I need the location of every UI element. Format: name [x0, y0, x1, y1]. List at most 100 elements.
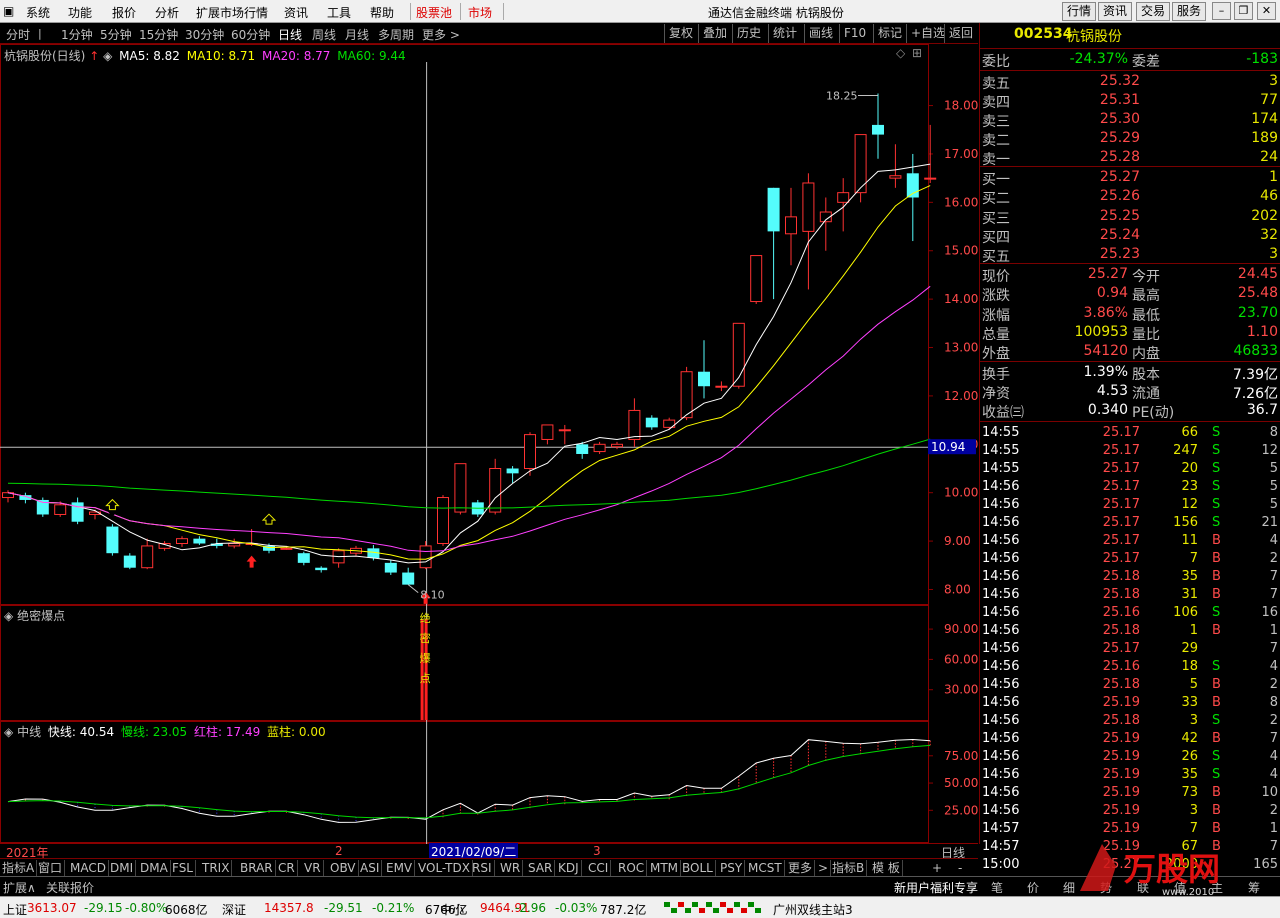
trade-button[interactable]: 交易 — [1136, 2, 1170, 21]
indicator-tab-17[interactable]: KDJ — [556, 860, 582, 876]
tool-back[interactable]: 返回 — [944, 24, 977, 43]
period-15min[interactable]: 15分钟 — [139, 26, 178, 43]
fund-value: 7.26亿 — [1232, 386, 1278, 402]
tool-f10[interactable]: F10 — [839, 24, 870, 43]
indicator-tab-26[interactable]: 指标B — [830, 860, 868, 876]
period-tick[interactable]: 分时 — [6, 26, 30, 43]
buy-level-row[interactable]: 买二 25.26 46 — [980, 188, 1280, 207]
period-60min[interactable]: 60分钟 — [231, 26, 270, 43]
indicator-tab-16[interactable]: SAR — [526, 860, 556, 876]
period-more[interactable]: 更多 > — [422, 26, 460, 43]
expand-toggle[interactable]: 扩展∧ — [3, 879, 36, 896]
tick-price: 25.19 — [1102, 731, 1140, 746]
indicator-tab-10[interactable]: OBV — [328, 860, 359, 876]
tick-count: 4 — [1269, 533, 1278, 548]
tool-overlay[interactable]: 叠加 — [698, 24, 731, 43]
kline-chart-area[interactable]: 绝密爆点 18.00 17.00 16.00 15.00 14.00 13.00 12.00… — [0, 44, 978, 860]
indicator-tab-18[interactable]: CCI — [586, 860, 612, 876]
sell-level-price: 25.32 — [1099, 73, 1140, 89]
indicator-tab-27[interactable]: 模 板 — [870, 860, 903, 876]
indicator-tab-12[interactable]: EMV — [384, 860, 416, 876]
tool-mark[interactable]: 标记 — [873, 24, 906, 43]
indicator-tab-1[interactable]: 窗口 — [36, 860, 66, 876]
menu-quote[interactable]: 报价 — [112, 4, 136, 21]
ind2-settings-icon[interactable]: ◈ — [4, 725, 13, 739]
indicator-tab-21[interactable]: BOLL — [680, 860, 716, 876]
period-weekly[interactable]: 周线 — [312, 26, 336, 43]
tab-price[interactable]: 价 — [1027, 879, 1039, 896]
ma-settings-icon[interactable]: ◈ — [103, 49, 112, 63]
indicator-tab-8[interactable]: CR — [276, 860, 298, 876]
sell-level-row[interactable]: 卖三 25.30 174 — [980, 111, 1280, 130]
menu-stock-pool[interactable]: 股票池 — [416, 4, 452, 21]
menu-ext-market[interactable]: 扩展市场行情 — [196, 4, 268, 21]
period-monthly[interactable]: 月线 — [345, 26, 369, 43]
tool-history[interactable]: 历史 — [732, 24, 765, 43]
period-30min[interactable]: 30分钟 — [185, 26, 224, 43]
tool-adjust[interactable]: 复权 — [664, 24, 697, 43]
ind1-settings-icon[interactable]: ◈ — [4, 609, 13, 623]
restore-icon[interactable]: ❐ — [1234, 2, 1253, 20]
indicator-tab-0[interactable]: 指标A — [0, 860, 38, 876]
candle-body — [506, 468, 519, 474]
y-tick-label: 10.00 — [944, 486, 978, 500]
chart-diamond-icon[interactable]: ◇ — [896, 46, 905, 60]
tool-add-favorite[interactable]: +自选 — [906, 24, 949, 43]
signal-block — [748, 902, 754, 907]
indicator-tab-14[interactable]: RSI — [470, 860, 495, 876]
sell-level-row[interactable]: 卖五 25.32 3 — [980, 73, 1280, 92]
indicator-tab-15[interactable]: WR — [498, 860, 524, 876]
buy-level-row[interactable]: 买四 25.24 32 — [980, 227, 1280, 246]
indicator-tab-6[interactable]: TRIX — [200, 860, 233, 876]
indicator-tab-20[interactable]: MTM — [648, 860, 682, 876]
period-daily[interactable]: 日线 — [278, 26, 302, 43]
indicator-tab-2[interactable]: MACD — [68, 860, 109, 876]
menu-function[interactable]: 功能 — [68, 4, 92, 21]
period-5min[interactable]: 5分钟 — [100, 26, 132, 43]
y-tick-label: 18.00 — [944, 99, 978, 113]
indicator-tab-11[interactable]: ASI — [358, 860, 383, 876]
close-icon[interactable]: ✕ — [1257, 2, 1276, 20]
sell-level-row[interactable]: 卖四 25.31 77 — [980, 92, 1280, 111]
indicator-tab-19[interactable]: ROC — [616, 860, 648, 876]
indicator-tab-22[interactable]: PSY — [718, 860, 746, 876]
tool-draw[interactable]: 画线 — [804, 24, 837, 43]
tick-count: 5 — [1269, 461, 1278, 476]
buy-level-row[interactable]: 买三 25.25 202 — [980, 208, 1280, 227]
tick-count: 8 — [1269, 425, 1278, 440]
remove-indicator-icon[interactable]: - — [956, 860, 964, 876]
sell-level-row[interactable]: 卖二 25.29 189 — [980, 130, 1280, 149]
indicator-tab-23[interactable]: MCST — [746, 860, 785, 876]
menu-tools[interactable]: 工具 — [327, 4, 351, 21]
menu-help[interactable]: 帮助 — [370, 4, 394, 21]
buy-level-row[interactable]: 买一 25.27 1 — [980, 169, 1280, 188]
chart-options-icon[interactable]: ⊞ — [912, 46, 922, 60]
tab-trades[interactable]: 笔 — [991, 879, 1003, 896]
market-button[interactable]: 行情 — [1062, 2, 1096, 21]
related-quote-tab[interactable]: 关联报价 — [46, 879, 94, 896]
tool-stats[interactable]: 统计 — [768, 24, 801, 43]
indicator-tab-13[interactable]: VOL-TDX — [416, 860, 473, 876]
period-multi[interactable]: 多周期 — [378, 26, 414, 43]
menu-system[interactable]: 系统 — [26, 4, 50, 21]
signal-block — [692, 902, 698, 907]
minimize-icon[interactable]: – — [1212, 2, 1231, 20]
period-1min[interactable]: 1分钟 — [61, 26, 93, 43]
menu-market[interactable]: 市场 — [468, 4, 492, 21]
service-button[interactable]: 服务 — [1172, 2, 1206, 21]
ind2-tick-label: 50.00 — [944, 776, 978, 790]
add-indicator-icon[interactable]: + — [930, 860, 944, 876]
indicator-tab-3[interactable]: DMI — [108, 860, 137, 876]
indicator-tab-4[interactable]: DMA — [138, 860, 171, 876]
indicator-tab-9[interactable]: VR — [302, 860, 324, 876]
menu-analysis[interactable]: 分析 — [155, 4, 179, 21]
app-icon[interactable]: ▣ — [3, 4, 14, 18]
indicator-tab-24[interactable]: 更多 — [786, 860, 816, 876]
menu-news[interactable]: 资讯 — [284, 4, 308, 21]
indicator-tab-7[interactable]: BRAR — [238, 860, 276, 876]
indicator-tab-25[interactable]: > — [816, 860, 832, 876]
new-user-benefit-link[interactable]: 新用户福利专享 — [894, 879, 978, 896]
indicator-tab-5[interactable]: FSL — [170, 860, 196, 876]
tick-count: 10 — [1261, 785, 1278, 800]
news-button[interactable]: 资讯 — [1098, 2, 1132, 21]
